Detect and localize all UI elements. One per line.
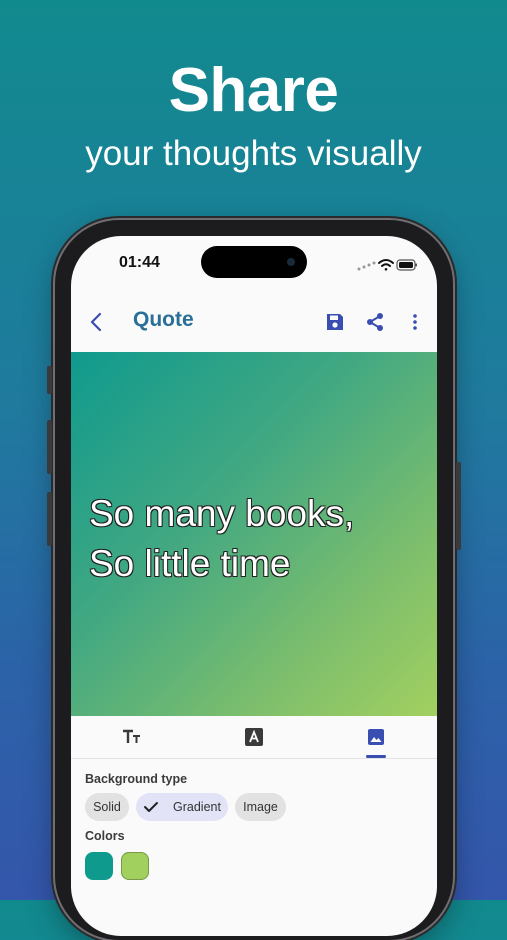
tab-background[interactable] bbox=[315, 716, 437, 758]
quote-text[interactable]: So many books, So little time bbox=[89, 489, 429, 589]
page-title: Quote bbox=[133, 308, 194, 331]
phone-frame: 01:44 Quote So many books, So little tim… bbox=[47, 220, 461, 940]
phone-volume-up-button bbox=[47, 420, 52, 474]
back-arrow-icon[interactable] bbox=[85, 308, 109, 336]
image-icon bbox=[368, 729, 384, 745]
chip-label: Image bbox=[243, 800, 278, 814]
chip-solid[interactable]: Solid bbox=[85, 793, 129, 821]
phone-volume-down-button bbox=[47, 492, 52, 546]
tab-text-style[interactable] bbox=[71, 716, 193, 758]
status-bar: 01:44 bbox=[71, 236, 437, 292]
status-time: 01:44 bbox=[119, 254, 160, 271]
app-bar: Quote bbox=[71, 292, 437, 352]
status-icons bbox=[357, 259, 417, 271]
background-type-label: Background type bbox=[85, 772, 188, 786]
quote-line: So many books, bbox=[89, 493, 355, 534]
quote-canvas[interactable]: So many books, So little time bbox=[71, 352, 437, 716]
chip-label: Gradient bbox=[173, 800, 221, 814]
phone-power-button bbox=[456, 462, 461, 550]
share-icon[interactable] bbox=[363, 310, 387, 334]
check-icon bbox=[144, 802, 159, 812]
camera-icon bbox=[287, 258, 295, 266]
tab-indicator bbox=[366, 755, 386, 758]
signal-icon bbox=[357, 261, 376, 271]
promo-subheadline: your thoughts visually bbox=[85, 134, 422, 173]
font-a-icon bbox=[245, 728, 263, 746]
promo-headline: Share bbox=[168, 56, 339, 125]
chip-image[interactable]: Image bbox=[235, 793, 286, 821]
tab-font[interactable] bbox=[193, 716, 315, 758]
colors-label: Colors bbox=[85, 829, 125, 843]
color-swatch-2[interactable] bbox=[121, 852, 149, 880]
phone-action-button bbox=[47, 366, 52, 394]
dynamic-island bbox=[201, 246, 307, 278]
quote-line: So little time bbox=[89, 543, 291, 584]
battery-icon bbox=[396, 259, 417, 271]
app-screen: 01:44 Quote So many books, So little tim… bbox=[71, 236, 437, 936]
save-icon[interactable] bbox=[323, 310, 347, 334]
more-vertical-icon[interactable] bbox=[403, 310, 427, 334]
editor-tabs bbox=[71, 716, 437, 759]
wifi-icon bbox=[378, 259, 394, 271]
text-size-icon bbox=[123, 729, 140, 743]
chip-label: Solid bbox=[93, 800, 121, 814]
color-swatch-1[interactable] bbox=[85, 852, 113, 880]
chip-gradient[interactable]: Gradient bbox=[136, 793, 228, 821]
